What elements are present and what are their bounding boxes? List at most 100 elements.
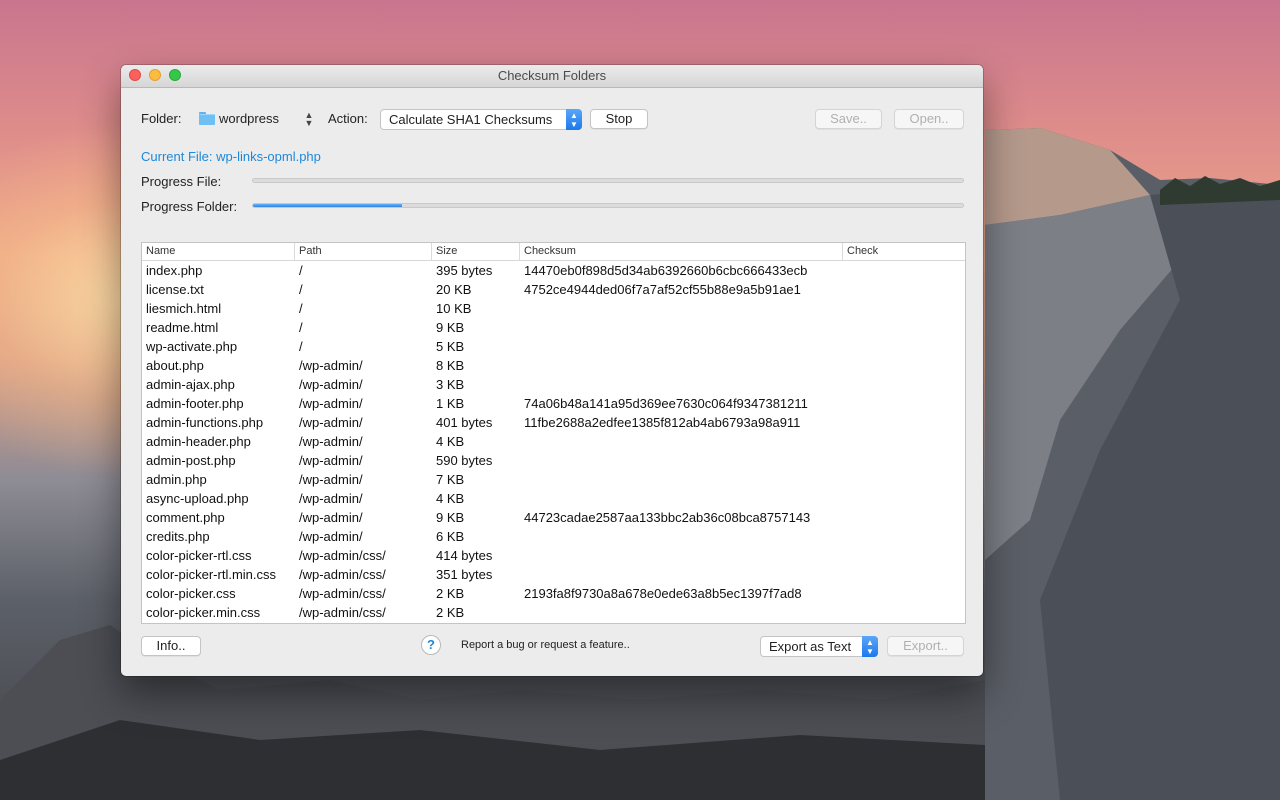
cell-path: /wp-admin/ (299, 377, 363, 392)
cell-checksum (520, 356, 843, 375)
cell-size: 395 bytes (436, 263, 493, 278)
cell-checksum (520, 451, 843, 470)
table-row[interactable]: index.php / 395 bytes 14470eb0f898d5d34ab63… (142, 261, 965, 280)
cell-check (843, 546, 965, 565)
minimize-window-button[interactable] (149, 69, 161, 81)
zoom-window-button[interactable] (169, 69, 181, 81)
cell-name: comment.php (146, 510, 225, 525)
open-button[interactable]: Open.. (894, 109, 964, 129)
table-row[interactable]: admin-post.php/wp-admin/590 bytes (142, 451, 965, 470)
cell-check (843, 280, 965, 299)
cell-name: admin-functions.php (146, 415, 264, 430)
cell-check (843, 565, 965, 584)
cell-size: 20 KB (436, 282, 472, 297)
cell-check (843, 375, 965, 394)
cell-checksum: 44723cadae2587aa133bbc2ab36c08bca8757143 (524, 510, 811, 525)
cell-check (843, 603, 965, 622)
cell-check (843, 584, 965, 603)
cell-path: /wp-admin/ (299, 453, 363, 468)
info-button[interactable]: Info.. (141, 636, 201, 656)
cell-size: 1 KB (436, 396, 465, 411)
progress-folder-label: Progress Folder: (141, 199, 238, 214)
table-row[interactable]: liesmich.html / 10 KB (142, 299, 965, 318)
table-row[interactable]: admin-footer.php/wp-admin/1 KB 74a06b48a1… (142, 394, 965, 413)
table-row[interactable]: admin-header.php/wp-admin/4 KB (142, 432, 965, 451)
table-row[interactable]: comment.php/wp-admin/9 KB 44723cadae2587a… (142, 508, 965, 527)
progress-folder-fill (253, 204, 403, 207)
action-label: Action: (328, 111, 368, 126)
table-row[interactable]: color-picker-rtl.css/wp-admin/css/414 by… (142, 546, 965, 565)
table-row[interactable]: license.txt / 20 KB 4752ce4944ded06f7a7af52… (142, 280, 965, 299)
column-header-path[interactable]: Path (295, 243, 432, 260)
cell-checksum (520, 603, 843, 622)
cell-size: 8 KB (436, 358, 465, 373)
table-row[interactable]: admin-ajax.php/wp-admin/3 KB (142, 375, 965, 394)
folder-icon (199, 112, 215, 125)
cell-name: index.php (146, 263, 203, 278)
cell-size: 2 KB (436, 586, 465, 601)
cell-path: / (299, 320, 303, 335)
cell-path: /wp-admin/ (299, 415, 363, 430)
column-header-check[interactable]: Check (843, 243, 965, 260)
cell-name: admin-footer.php (146, 396, 244, 411)
cell-size: 9 KB (436, 510, 465, 525)
cell-name: license.txt (146, 282, 204, 297)
save-button[interactable]: Save.. (815, 109, 882, 129)
table-row[interactable]: admin.php/wp-admin/7 KB (142, 470, 965, 489)
cell-name: about.php (146, 358, 204, 373)
progress-file-label: Progress File: (141, 174, 222, 189)
cell-checksum (520, 432, 843, 451)
updown-chevron-icon[interactable]: ▲ ▼ (304, 111, 314, 128)
report-bug-link[interactable]: Report a bug or request a feature.. (461, 639, 630, 651)
files-table[interactable]: Name Path Size Checksum Check index.php /… (141, 242, 966, 624)
cell-check (843, 489, 965, 508)
export-format-value: Export as Text (769, 639, 852, 654)
close-window-button[interactable] (129, 69, 141, 81)
cell-name: wp-activate.php (146, 339, 238, 354)
cell-checksum: 11fbe2688a2edfee1385f812ab4ab6793a98a911 (524, 415, 801, 430)
table-row[interactable]: color-picker.min.css/wp-admin/css/2 KB (142, 603, 965, 622)
table-row[interactable]: readme.html / 9 KB (142, 318, 965, 337)
table-row[interactable]: color-picker-rtl.min.css/wp-admin/css/35… (142, 565, 965, 584)
cell-check (843, 318, 965, 337)
table-row[interactable]: color-picker.css/wp-admin/css/2 KB 2193fa… (142, 584, 965, 603)
progress-folder-bar (252, 203, 964, 208)
cell-checksum (520, 527, 843, 546)
column-header-name[interactable]: Name (142, 243, 295, 260)
cell-name: color-picker-rtl.min.css (146, 567, 277, 582)
cell-checksum (520, 299, 843, 318)
cell-check (843, 508, 965, 527)
cell-name: admin.php (146, 472, 207, 487)
table-row[interactable]: about.php/wp-admin/8 KB (142, 356, 965, 375)
cell-path: /wp-admin/ (299, 358, 363, 373)
cell-checksum (520, 318, 843, 337)
cell-path: /wp-admin/ (299, 472, 363, 487)
cell-name: admin-ajax.php (146, 377, 235, 392)
cell-size: 10 KB (436, 301, 472, 316)
stop-button[interactable]: Stop (590, 109, 648, 129)
cell-checksum (520, 565, 843, 584)
column-header-checksum[interactable]: Checksum (520, 243, 843, 260)
cell-check (843, 432, 965, 451)
title-bar[interactable]: Checksum Folders (121, 65, 983, 88)
cell-name: color-picker.min.css (146, 605, 261, 620)
checksum-window: Checksum Folders Folder: wordpress ▲ ▼ Ac… (121, 65, 983, 676)
table-row[interactable]: admin-functions.php/wp-admin/401 bytes 11… (142, 413, 965, 432)
cell-check (843, 261, 965, 280)
cell-path: / (299, 339, 303, 354)
cell-path: / (299, 282, 303, 297)
cell-size: 4 KB (436, 434, 465, 449)
column-header-size[interactable]: Size (432, 243, 520, 260)
folder-selector[interactable]: wordpress (219, 111, 279, 126)
help-icon[interactable]: ? (421, 635, 441, 655)
table-row[interactable]: wp-activate.php / 5 KB (142, 337, 965, 356)
action-popup[interactable]: Calculate SHA1 Checksums ▲ ▼ (380, 109, 582, 130)
cell-path: /wp-admin/ (299, 510, 363, 525)
export-button[interactable]: Export.. (887, 636, 964, 656)
cell-path: /wp-admin/ (299, 529, 363, 544)
table-row[interactable]: credits.php/wp-admin/6 KB (142, 527, 965, 546)
cell-check (843, 470, 965, 489)
cell-size: 590 bytes (436, 453, 493, 468)
table-row[interactable]: async-upload.php/wp-admin/4 KB (142, 489, 965, 508)
export-format-popup[interactable]: Export as Text ▲ ▼ (760, 636, 878, 657)
